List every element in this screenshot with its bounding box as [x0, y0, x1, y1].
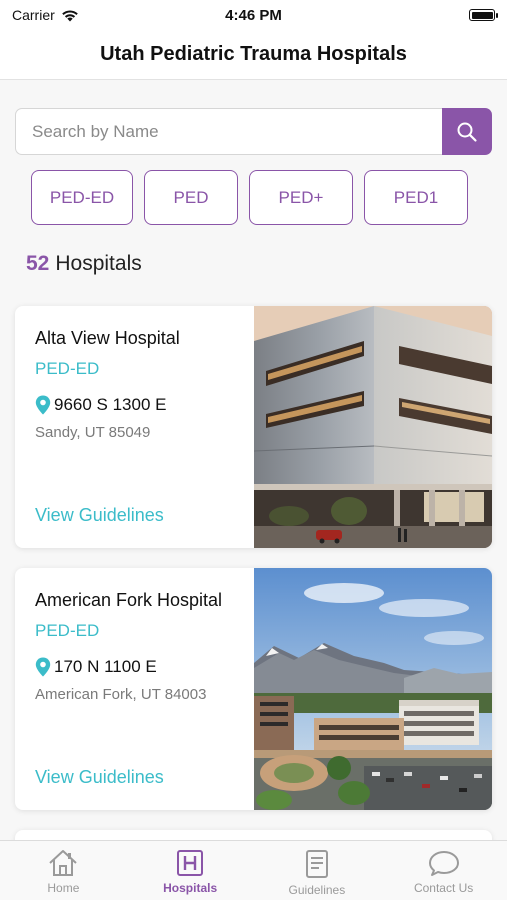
filter-row: PED-ED PED PED+ PED1 — [31, 170, 468, 225]
hospital-photo — [254, 568, 492, 810]
location-pin-icon — [35, 657, 51, 677]
view-guidelines-link[interactable]: View Guidelines — [35, 505, 164, 526]
hospital-address: 170 N 1100 E — [35, 657, 234, 677]
hospital-city: Sandy, UT 85049 — [35, 424, 151, 441]
hospital-name: Alta View Hospital — [35, 328, 180, 348]
document-icon — [305, 850, 328, 878]
hospital-address: 9660 S 1300 E — [35, 395, 234, 415]
tab-hospitals-label: Hospitals — [163, 881, 218, 895]
page-title: Utah Pediatric Trauma Hospitals — [100, 43, 407, 65]
tab-contact[interactable]: Contact Us — [380, 841, 507, 900]
results-count-label: Hospitals — [55, 252, 142, 275]
hospital-icon — [177, 850, 204, 876]
status-bar: Carrier 4:46 PM — [0, 0, 507, 30]
carrier-label: Carrier — [12, 7, 55, 23]
hospital-city: American Fork, UT 84003 — [35, 686, 207, 703]
search-icon — [457, 122, 477, 142]
tab-guidelines-label: Guidelines — [288, 883, 346, 897]
hospital-name: American Fork Hospital — [35, 590, 223, 610]
tab-contact-label: Contact Us — [413, 881, 474, 895]
search-bar — [15, 108, 492, 155]
hospital-level: PED-ED — [35, 359, 100, 378]
wifi-icon — [61, 9, 78, 21]
chat-bubble-icon — [428, 851, 459, 876]
hospital-level: PED-ED — [35, 621, 100, 640]
hospital-card[interactable] — [15, 830, 492, 840]
hospital-street: 170 N 1100 E — [54, 657, 157, 676]
tab-hospitals[interactable]: Hospitals — [127, 841, 254, 900]
view-guidelines-link[interactable]: View Guidelines — [35, 767, 164, 788]
tab-home[interactable]: Home — [0, 841, 127, 900]
filter-ped-plus[interactable]: PED+ — [249, 170, 353, 225]
carrier-info: Carrier — [12, 7, 79, 23]
hospital-street: 9660 S 1300 E — [54, 395, 167, 414]
filter-ped-ed[interactable]: PED-ED — [31, 170, 133, 225]
hospital-list-screen: PED-ED PED PED+ PED1 52Hospitals Alta Vi… — [0, 80, 507, 840]
nav-header: Utah Pediatric Trauma Hospitals — [0, 30, 507, 80]
tab-guidelines[interactable]: Guidelines — [254, 841, 381, 900]
location-pin-icon — [35, 395, 51, 415]
search-input[interactable] — [15, 108, 442, 155]
filter-ped[interactable]: PED — [144, 170, 238, 225]
battery-icon — [469, 9, 498, 21]
hospital-photo — [254, 306, 492, 548]
tab-home-label: Home — [47, 881, 80, 895]
home-icon — [49, 850, 78, 876]
results-count: 52 Hospitals — [26, 252, 142, 276]
search-button[interactable] — [442, 108, 492, 155]
hospital-card-info: Alta View Hospital PED-ED 9660 S 1300 E … — [15, 306, 254, 548]
filter-ped1[interactable]: PED1 — [364, 170, 468, 225]
results-count-number: 52 — [26, 252, 50, 275]
tab-bar: Home Hospitals Guidelines Contact Us — [0, 840, 507, 900]
hospital-card[interactable]: American Fork Hospital PED-ED 170 N 1100… — [15, 568, 492, 810]
hospital-card[interactable]: Alta View Hospital PED-ED 9660 S 1300 E … — [15, 306, 492, 548]
hospital-card-info: American Fork Hospital PED-ED 170 N 1100… — [15, 568, 254, 810]
